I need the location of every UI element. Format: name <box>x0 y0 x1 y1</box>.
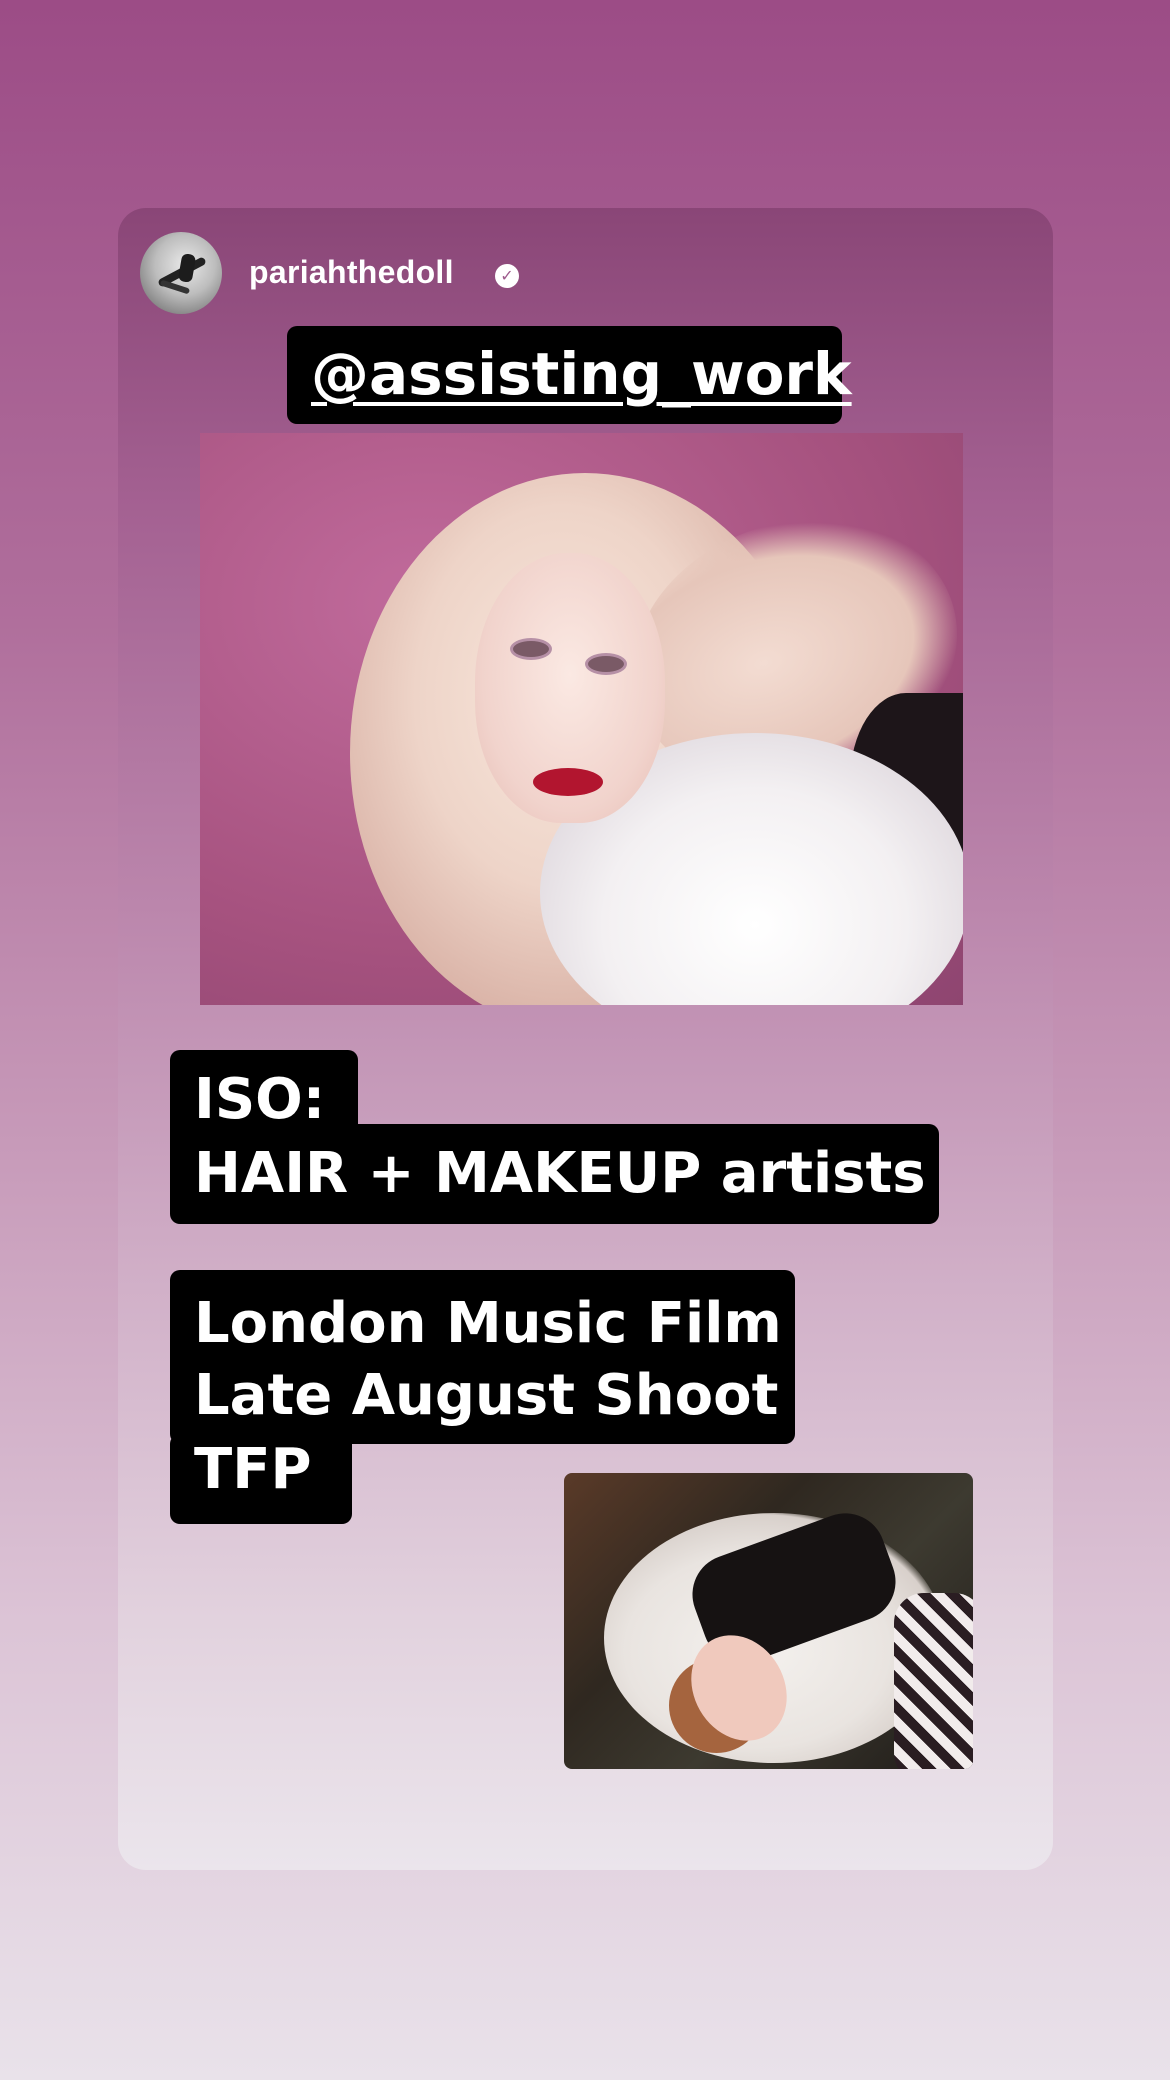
iso-tag-line2: HAIR + MAKEUP artists <box>170 1124 939 1224</box>
details-line1: London Music Film <box>194 1291 782 1356</box>
username[interactable]: pariahthedoll <box>249 254 454 291</box>
main-photo <box>200 433 963 1005</box>
details-tag: London Music Film Late August Shoot <box>170 1270 795 1444</box>
details-line3: TFP <box>170 1434 352 1524</box>
verified-badge-icon: ✓ <box>495 264 519 288</box>
mention-text: @assisting_work <box>311 340 852 408</box>
shared-post-card[interactable]: pariahthedoll ✓ @assisting_work ISO: HAI… <box>118 208 1053 1870</box>
secondary-photo <box>564 1473 973 1769</box>
profile-avatar[interactable] <box>140 232 222 314</box>
mention-sticker[interactable]: @assisting_work <box>287 326 852 424</box>
details-line2: Late August Shoot <box>194 1363 779 1428</box>
